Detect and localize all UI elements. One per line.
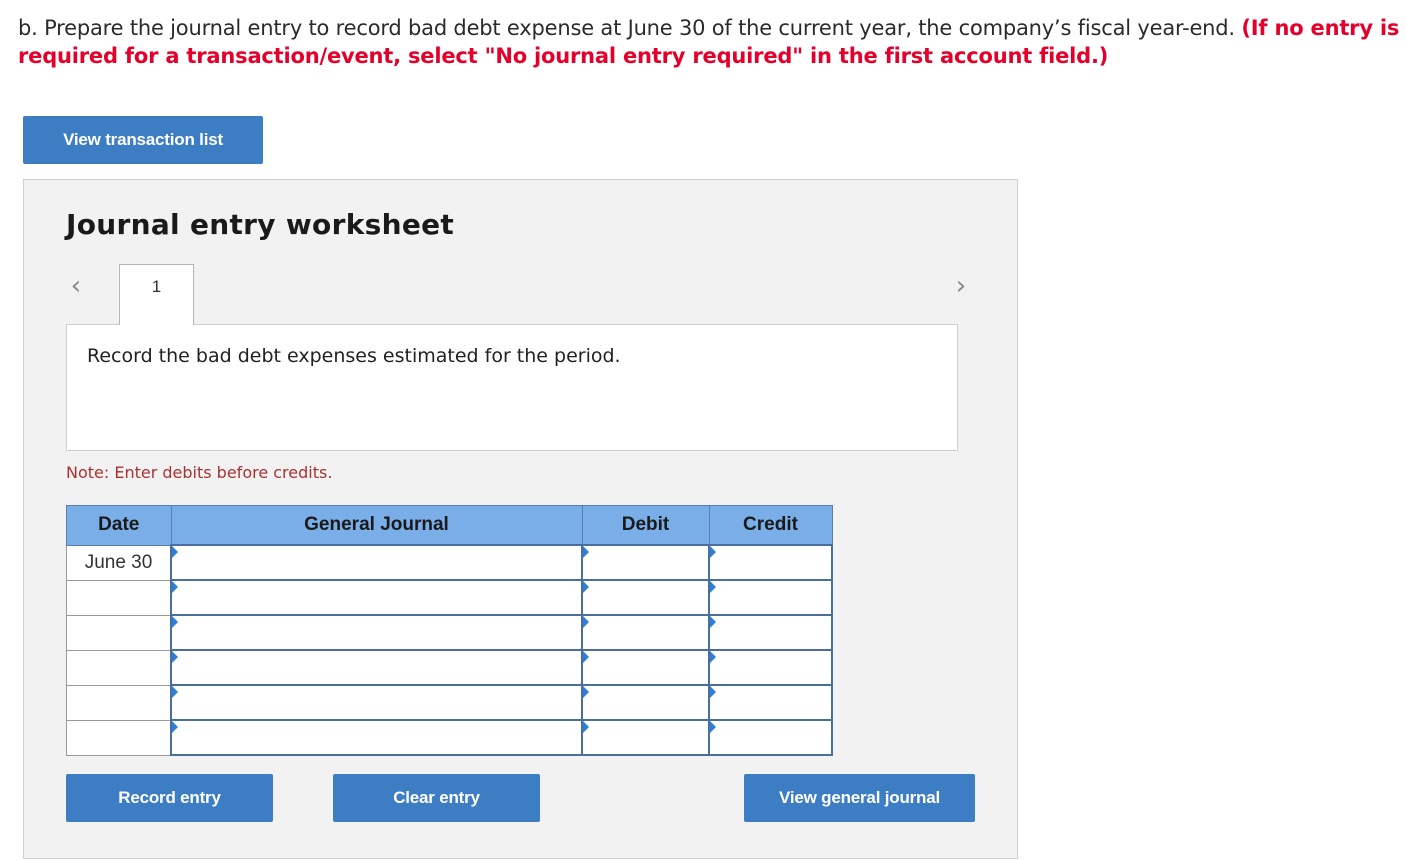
journal-row <box>66 614 833 651</box>
credit-field[interactable] <box>708 649 833 686</box>
debit-field[interactable] <box>581 614 710 651</box>
date-cell <box>66 579 172 616</box>
journal-entry-worksheet: Journal entry worksheet ‹ › 1 Record the… <box>23 179 1018 859</box>
journal-table: Date General Journal Debit Credit June 3… <box>66 505 833 756</box>
credit-field[interactable] <box>708 719 833 756</box>
clear-entry-button[interactable]: Clear entry <box>333 774 540 822</box>
credit-field[interactable] <box>708 684 833 721</box>
date-cell <box>66 684 172 721</box>
journal-row <box>66 719 833 756</box>
credit-field[interactable] <box>708 544 833 581</box>
worksheet-title: Journal entry worksheet <box>66 208 455 241</box>
credit-header: Credit <box>708 505 833 546</box>
entry-description: Record the bad debt expenses estimated f… <box>66 324 958 451</box>
chevron-left-icon[interactable]: ‹ <box>64 271 88 301</box>
date-cell <box>66 614 172 651</box>
question-text: b. Prepare the journal entry to record b… <box>18 16 1235 40</box>
journal-row <box>66 579 833 616</box>
entry-note: Note: Enter debits before credits. <box>66 463 333 482</box>
view-general-journal-button[interactable]: View general journal <box>744 774 975 822</box>
debit-field[interactable] <box>581 719 710 756</box>
tab-label: 1 <box>151 277 162 296</box>
journal-row <box>66 649 833 686</box>
tab-entry-1[interactable]: 1 <box>119 264 194 325</box>
debit-field[interactable] <box>581 544 710 581</box>
journal-row <box>66 684 833 721</box>
general-journal-header: General Journal <box>170 505 583 546</box>
date-cell: June 30 <box>66 544 172 581</box>
credit-field[interactable] <box>708 579 833 616</box>
debit-field[interactable] <box>581 684 710 721</box>
date-header: Date <box>66 505 172 546</box>
debit-field[interactable] <box>581 649 710 686</box>
debit-header: Debit <box>581 505 710 546</box>
journal-header-row: Date General Journal Debit Credit <box>66 505 833 546</box>
view-transaction-list-button[interactable]: View transaction list <box>23 116 263 164</box>
date-cell <box>66 719 172 756</box>
chevron-right-icon[interactable]: › <box>949 271 973 301</box>
account-field[interactable] <box>170 579 583 616</box>
journal-row: June 30 <box>66 544 833 581</box>
account-field[interactable] <box>170 684 583 721</box>
question-prompt: b. Prepare the journal entry to record b… <box>18 14 1403 70</box>
debit-field[interactable] <box>581 579 710 616</box>
credit-field[interactable] <box>708 614 833 651</box>
account-field[interactable] <box>170 614 583 651</box>
account-field[interactable] <box>170 544 583 581</box>
account-field[interactable] <box>170 719 583 756</box>
record-entry-button[interactable]: Record entry <box>66 774 273 822</box>
date-cell <box>66 649 172 686</box>
account-field[interactable] <box>170 649 583 686</box>
